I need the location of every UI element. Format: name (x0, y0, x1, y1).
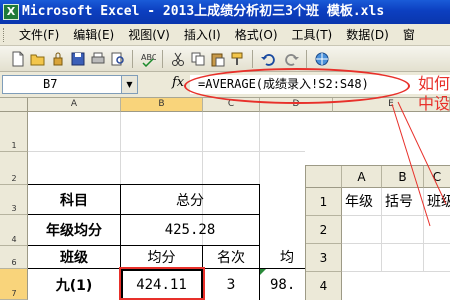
inset-cell[interactable] (342, 244, 382, 272)
menu-file[interactable]: 文件(F) (12, 24, 66, 46)
inset-cell[interactable] (342, 216, 382, 244)
toolbar-separator (306, 50, 307, 68)
inset-cell-class[interactable]: 班级 (424, 188, 450, 216)
gridline (28, 151, 305, 152)
subject-label-cell[interactable]: 科目 (28, 185, 120, 214)
undo-icon[interactable] (260, 51, 276, 67)
menu-grip[interactable] (3, 28, 6, 42)
open-icon[interactable] (30, 51, 46, 67)
copy-icon[interactable] (190, 51, 206, 67)
paste-icon[interactable] (210, 51, 226, 67)
inset-cell[interactable] (382, 216, 424, 244)
inset-row-header-1[interactable]: 1 (306, 188, 342, 216)
row-header-2[interactable]: 2 (0, 152, 28, 185)
inset-column-header-a[interactable]: A (342, 166, 382, 188)
hyperlink-icon[interactable] (314, 51, 330, 67)
standard-toolbar: ABC (0, 46, 450, 72)
grade-average-value-cell[interactable]: 425.28 (121, 215, 259, 245)
new-icon[interactable] (10, 51, 26, 67)
title-bar: X Microsoft Excel - 2013上成绩分析初三3个班 模板.xl… (0, 0, 450, 24)
print-icon[interactable] (90, 51, 106, 67)
menu-edit[interactable]: 编辑(E) (66, 24, 121, 46)
inset-column-header-b[interactable]: B (382, 166, 424, 188)
toolbar-separator (252, 50, 253, 68)
average-label-cell[interactable]: 均分 (121, 246, 202, 268)
inset-cell-grade[interactable]: 年级 (342, 188, 382, 216)
total-header-cell[interactable]: 总分 (121, 185, 259, 214)
annotation-text: 如何 中设 (418, 74, 450, 114)
menu-view[interactable]: 视图(V) (121, 24, 177, 46)
menu-insert[interactable]: 插入(I) (177, 24, 228, 46)
menu-data[interactable]: 数据(D) (339, 24, 396, 46)
annotation-ellipse (184, 68, 410, 104)
row-header-3[interactable]: 3 (0, 185, 28, 215)
inset-row-header-3[interactable]: 3 (306, 244, 342, 272)
class-name-cell[interactable]: 九(1) (28, 269, 120, 300)
inset-column-header-c[interactable]: C (424, 166, 450, 188)
menu-window[interactable]: 窗 (396, 24, 422, 46)
error-indicator-icon (260, 269, 266, 275)
toolbar-separator (162, 50, 163, 68)
name-box[interactable]: B7 (2, 75, 122, 94)
row-header-6[interactable]: 6 (0, 246, 28, 269)
rank-label-cell[interactable]: 名次 (203, 246, 259, 268)
row-header-7[interactable]: 7 (0, 269, 28, 300)
print-preview-icon[interactable] (110, 51, 126, 67)
class-rank-cell[interactable]: 3 (203, 269, 259, 300)
grade-average-label-cell[interactable]: 年级均分 (28, 215, 120, 245)
inset-cell[interactable] (382, 244, 424, 272)
inset-cell[interactable] (424, 216, 450, 244)
format-painter-icon[interactable] (230, 51, 246, 67)
excel-icon[interactable]: X (3, 4, 19, 20)
cut-icon[interactable] (170, 51, 186, 67)
next-value-cell[interactable]: 98. (260, 269, 305, 300)
annotation-line-1: 如何 (418, 74, 450, 93)
inset-row-header-4[interactable]: 4 (306, 272, 342, 300)
fx-label[interactable]: fx (172, 75, 184, 90)
toolbar-separator (132, 50, 133, 68)
column-header-b[interactable]: B (121, 98, 203, 112)
menu-bar: 文件(F) 编辑(E) 视图(V) 插入(I) 格式(O) 工具(T) 数据(D… (0, 24, 450, 46)
window-title: Microsoft Excel - 2013上成绩分析初三3个班 模板.xls (22, 4, 385, 19)
row-header-4[interactable]: 4 (0, 215, 28, 246)
inset-sheet: A B C 1 2 3 4 年级 括号 班级 (305, 165, 450, 300)
annotation-line-2: 中设 (418, 94, 450, 113)
row-header-1[interactable]: 1 (0, 112, 28, 152)
chevron-down-icon[interactable]: ▼ (122, 75, 138, 94)
class-label-cell[interactable]: 班级 (28, 246, 120, 268)
inset-corner (306, 166, 342, 188)
inset-cell[interactable] (424, 244, 450, 272)
permission-icon[interactable] (50, 51, 66, 67)
next-header-cell[interactable]: 均 (260, 246, 305, 268)
inset-cell-bracket[interactable]: 括号 (382, 188, 424, 216)
spelling-icon[interactable]: ABC (140, 51, 156, 67)
inset-row-header-2[interactable]: 2 (306, 216, 342, 244)
column-header-a[interactable]: A (28, 98, 121, 112)
select-all-corner[interactable] (0, 98, 28, 112)
menu-format[interactable]: 格式(O) (228, 24, 285, 46)
menu-tools[interactable]: 工具(T) (285, 24, 340, 46)
svg-text:ABC: ABC (141, 53, 156, 62)
redo-icon[interactable] (284, 51, 300, 67)
table-border (259, 184, 260, 246)
save-icon[interactable] (70, 51, 86, 67)
highlight-box (119, 267, 205, 300)
